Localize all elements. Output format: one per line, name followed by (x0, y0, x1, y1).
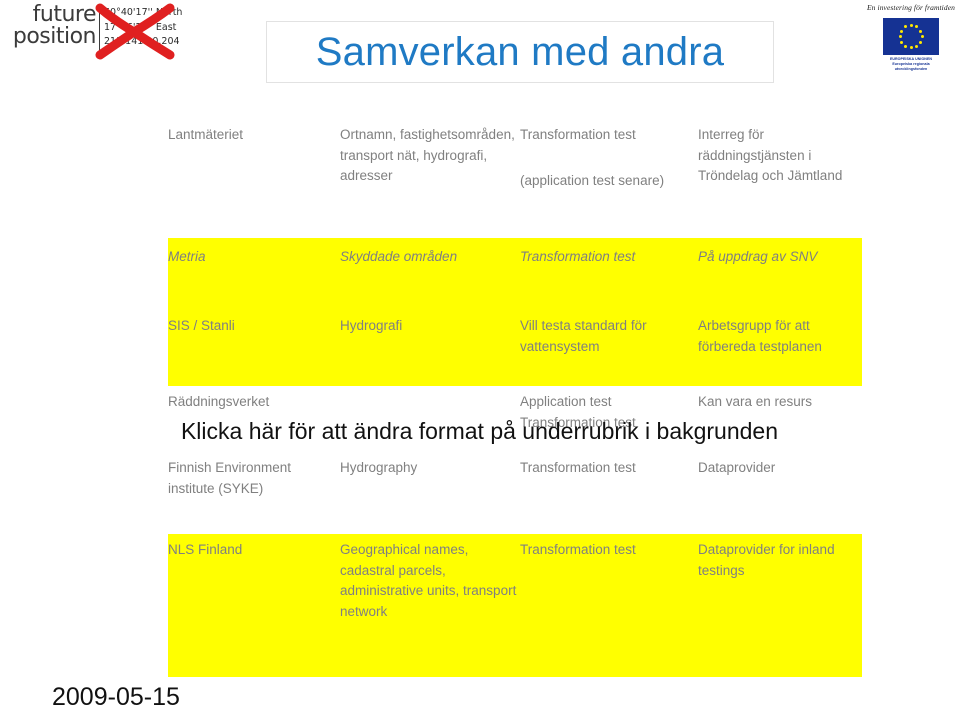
coordinate-longitude: 17°06'29'' East (104, 21, 177, 33)
eu-star-icon (899, 29, 903, 33)
cell-comment: Dataprovider for inland testings (698, 542, 835, 578)
eu-star-icon (919, 40, 923, 44)
logo-line-position: position (12, 24, 97, 50)
table-row[interactable]: Finnish Environment institute (SYKE) Hyd… (168, 451, 862, 534)
table-row[interactable]: Metria Skyddade områden Transformation t… (168, 238, 862, 307)
cell-organisation: Lantmäteriet (168, 127, 244, 142)
eu-caption-line3: utvecklingsfonden (894, 67, 928, 72)
table-row[interactable]: Lantmäteriet Ortnamn, fastighetsområden,… (168, 118, 862, 238)
eu-star-icon (915, 25, 918, 29)
future-position-logo: future position 60°40'17'' North 17°06'2… (6, 2, 186, 60)
eu-star-icon (909, 24, 913, 27)
cell-test: Transformation test (520, 542, 636, 557)
cell-test: Transformation test (application test se… (520, 125, 698, 238)
eu-flag-icon (883, 18, 939, 55)
cell-test: Transformation test (520, 460, 636, 475)
cell-organisation: Finnish Environment institute (SYKE) (168, 460, 292, 496)
eu-star-icon (898, 35, 902, 38)
eu-star-icon (915, 44, 918, 48)
cell-test-extra: (application test senare) (520, 172, 665, 188)
cell-test-main: Transformation test (520, 127, 636, 142)
slide-title-box[interactable]: Samverkan med andra (266, 21, 774, 83)
slide-date: 2009-05-15 (52, 683, 180, 711)
cell-test: Vill testa standard för vattensystem (520, 318, 647, 354)
eu-caption: EUROPEISKA UNIONEN Europeiska regionala … (883, 57, 939, 73)
eu-star-icon (904, 44, 907, 48)
eu-funding-logo: En investering för framtiden EUROPEISKA … (866, 3, 956, 93)
cell-data: Hydrography (340, 460, 418, 475)
cell-organisation: Metria (168, 249, 206, 264)
coordinate-ip: 213.141.90.204 (104, 36, 180, 48)
cell-test-main: Application test (520, 394, 612, 409)
logo-coordinates: 60°40'17'' North 17°06'29'' East 213.141… (104, 6, 182, 50)
cell-comment: Interreg för räddningstjänsten i Tröndel… (698, 127, 843, 184)
cell-data: Hydrografi (340, 318, 403, 333)
cell-data: Geographical names, cadastral parcels, a… (340, 542, 517, 619)
eu-tagline: En investering för framtiden (867, 3, 955, 12)
logo-divider (99, 5, 100, 53)
eu-star-icon (909, 46, 913, 49)
eu-star-icon (919, 29, 923, 33)
table-row[interactable]: SIS / Stanli Hydrografi Vill testa stand… (168, 307, 862, 386)
partners-table: Lantmäteriet Ortnamn, fastighetsområden,… (168, 118, 862, 677)
cell-data: Ortnamn, fastighetsområden, transport nä… (340, 127, 515, 184)
subtitle-placeholder[interactable]: Klicka här för att ändra format på under… (0, 418, 959, 445)
cell-organisation: SIS / Stanli (168, 318, 235, 333)
cell-comment: Arbetsgrupp för att förbereda testplanen (698, 318, 822, 354)
cell-comment: Dataprovider (698, 460, 776, 475)
cell-test: Transformation test (520, 249, 636, 264)
cell-comment: På uppdrag av SNV (698, 249, 818, 264)
table-row[interactable]: NLS Finland Geographical names, cadastra… (168, 534, 862, 677)
eu-flag-wrapper: EUROPEISKA UNIONEN Europeiska regionala … (883, 18, 939, 73)
logo-line-future: future (32, 2, 97, 27)
cell-organisation: NLS Finland (168, 542, 243, 557)
eu-star-icon (899, 40, 903, 44)
coordinate-latitude: 60°40'17'' North (104, 7, 183, 18)
eu-star-icon (904, 25, 907, 29)
cell-data: Skyddade områden (340, 249, 458, 264)
future-position-wordmark: future position (6, 2, 97, 50)
page-title: Samverkan med andra (315, 29, 725, 74)
eu-star-icon (920, 35, 924, 38)
